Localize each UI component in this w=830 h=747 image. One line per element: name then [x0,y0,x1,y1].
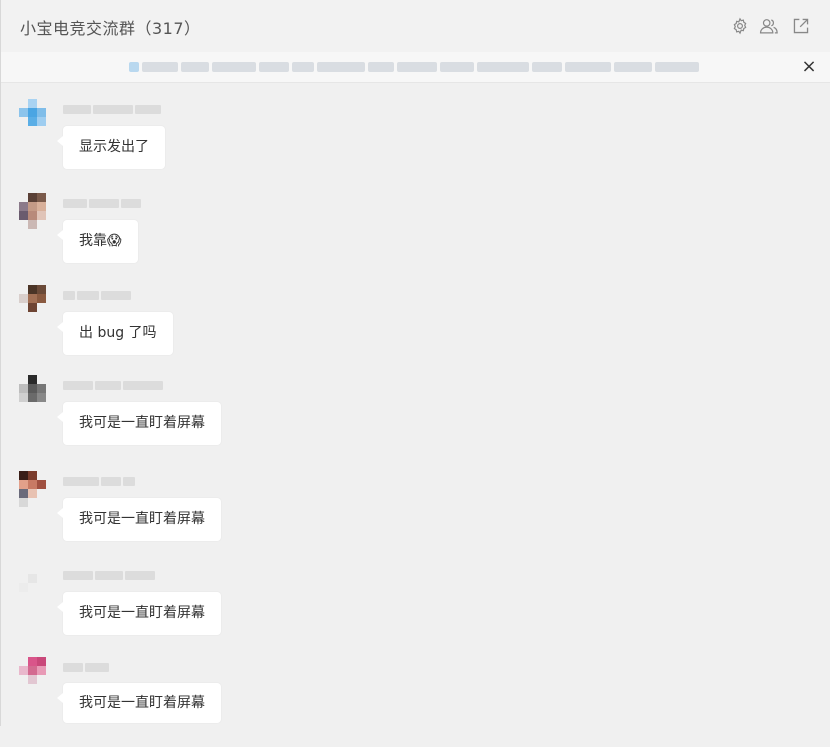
message-bubble[interactable]: 我可是一直盯着屏幕 [57,592,221,635]
message-item: 我可是一直盯着屏幕 [1,471,830,561]
close-notice-button[interactable]: × [799,57,819,77]
message-bubble[interactable]: 出 bug 了吗 [57,312,173,355]
chat-title: 小宝电竞交流群（317） [20,19,201,38]
chat-header: 小宝电竞交流群（317） [1,0,830,53]
sender-name-redacted [63,475,135,487]
avatar[interactable] [19,285,55,321]
sender-name-redacted [63,569,155,581]
message-item: 我可是一直盯着屏幕 [1,375,830,465]
message-bubble[interactable]: 我可是一直盯着屏幕 [57,498,221,541]
pop-out-icon[interactable] [791,16,811,36]
message-bubble[interactable]: 显示发出了 [57,126,165,169]
sender-name-redacted [63,103,161,115]
message-list: 显示发出了 我靠😱 出 bug 了吗 我可是一直盯着屏幕 我可是一直盯着屏幕 我… [1,83,830,726]
avatar[interactable] [19,375,55,411]
message-bubble[interactable]: 我可是一直盯着屏幕 [57,683,221,723]
message-bubble[interactable]: 我靠😱 [57,220,138,263]
avatar[interactable] [19,99,55,135]
message-item: 我可是一直盯着屏幕 [1,565,830,655]
message-bubble[interactable]: 我可是一直盯着屏幕 [57,402,221,445]
avatar[interactable] [19,193,55,229]
message-item: 出 bug 了吗 [1,285,830,375]
avatar[interactable] [19,471,55,507]
sender-name-redacted [63,289,131,301]
message-item: 显示发出了 [1,99,830,189]
message-item: 我可是一直盯着屏幕 [1,657,830,747]
avatar[interactable] [19,565,55,601]
message-item: 我靠😱 [1,193,830,283]
avatar[interactable] [19,657,55,693]
notice-text-redacted [129,61,749,73]
gear-icon[interactable] [730,16,750,36]
group-members-icon[interactable] [759,16,779,36]
group-notice-bar [1,52,830,83]
sender-name-redacted [63,661,109,673]
sender-name-redacted [63,379,163,391]
sender-name-redacted [63,197,141,209]
